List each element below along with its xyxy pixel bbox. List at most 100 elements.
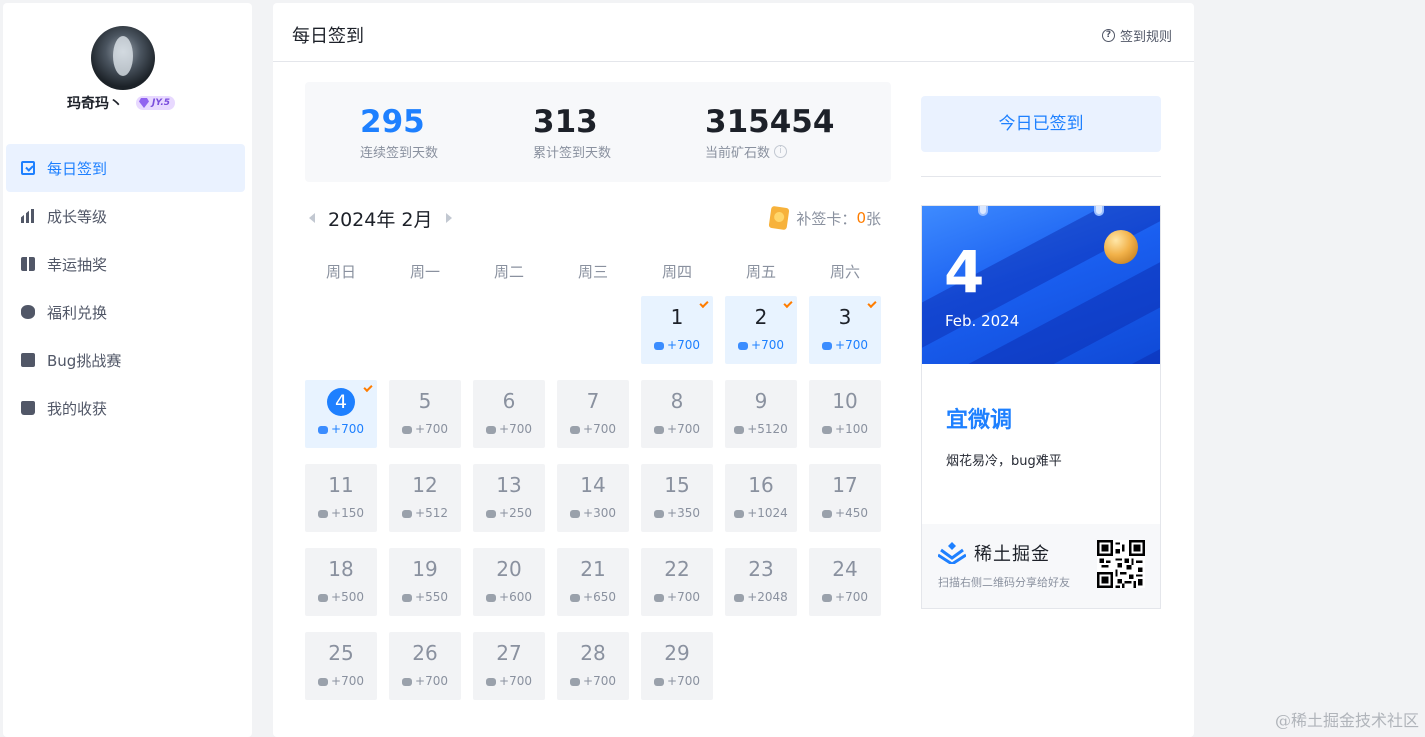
prev-month-arrow-icon[interactable] xyxy=(309,213,315,223)
ore-icon xyxy=(822,341,833,350)
ore-icon xyxy=(570,509,581,518)
day-number: 2 xyxy=(754,305,768,329)
divider xyxy=(921,176,1161,177)
day-points: +1024 xyxy=(725,506,797,520)
sidebar-item-my-harvest[interactable]: 我的收获 xyxy=(3,384,252,432)
day-points-value: +650 xyxy=(583,590,616,604)
sidebar-item-lucky-draw[interactable]: 幸运抽奖 xyxy=(3,240,252,288)
day-points-value: +700 xyxy=(583,674,616,688)
qr-code-icon[interactable] xyxy=(1097,540,1145,588)
calendar-day[interactable]: 28 +700 xyxy=(557,632,629,700)
calendar-day[interactable]: 13 +250 xyxy=(473,464,545,532)
info-icon[interactable]: i xyxy=(774,145,788,158)
ore-icon xyxy=(402,425,413,434)
stat-total-label: 累计签到天数 xyxy=(533,146,612,161)
calendar-day[interactable]: 15 +350 xyxy=(641,464,713,532)
day-points-value: +350 xyxy=(667,506,700,520)
sidebar-item-bug-challenge[interactable]: Bug挑战赛 xyxy=(3,336,252,384)
calendar-day[interactable]: 16 +1024 xyxy=(725,464,797,532)
sidebar-item-growth-level[interactable]: 成长等级 xyxy=(3,192,252,240)
stat-total-value: 313 xyxy=(533,104,598,140)
calendar-day[interactable]: 23 +2048 xyxy=(725,548,797,616)
calendar-day[interactable]: 9 +5120 xyxy=(725,380,797,448)
calendar-day[interactable]: 4 +700 xyxy=(305,380,377,448)
calendar-day[interactable]: 2 +700 xyxy=(725,296,797,364)
avatar[interactable] xyxy=(91,26,155,90)
calendar-day[interactable]: 10 +100 xyxy=(809,380,881,448)
month-label: 2024年 2月 xyxy=(328,209,433,231)
day-points-value: +700 xyxy=(583,422,616,436)
bag-icon xyxy=(21,401,35,415)
calendar-day[interactable]: 17 +450 xyxy=(809,464,881,532)
day-points-value: +700 xyxy=(667,338,700,352)
username[interactable]: 玛奇玛丶 xyxy=(67,93,123,113)
day-points-value: +700 xyxy=(751,338,784,352)
calendar-day[interactable]: 14 +300 xyxy=(557,464,629,532)
day-number: 6 xyxy=(502,389,516,413)
day-points: +300 xyxy=(557,506,629,520)
calendar-day[interactable]: 22 +700 xyxy=(641,548,713,616)
day-points: +700 xyxy=(389,422,461,436)
ore-icon xyxy=(738,341,749,350)
calendar-day[interactable]: 20 +600 xyxy=(473,548,545,616)
sidebar-item-label: 我的收获 xyxy=(47,399,108,418)
sidebar-item-label: 成长等级 xyxy=(47,207,108,226)
day-number: 5 xyxy=(418,389,432,413)
calendar-day[interactable]: 12 +512 xyxy=(389,464,461,532)
day-number: 26 xyxy=(412,641,438,665)
ore-icon xyxy=(486,677,497,686)
makeup-card-icon xyxy=(768,205,790,231)
calendar-day[interactable]: 26 +700 xyxy=(389,632,461,700)
calendar-day[interactable]: 25 +700 xyxy=(305,632,377,700)
card-quote: 烟花易冷，bug难平 xyxy=(946,454,1062,469)
day-number: 22 xyxy=(664,557,690,581)
ore-icon xyxy=(402,509,413,518)
calendar-day[interactable]: 6 +700 xyxy=(473,380,545,448)
sidebar-item-benefit-exchange[interactable]: 福利兑换 xyxy=(3,288,252,336)
calendar-day[interactable]: 29 +700 xyxy=(641,632,713,700)
weekday-label: 周二 xyxy=(493,263,524,281)
calendar-day[interactable]: 24 +700 xyxy=(809,548,881,616)
ore-icon xyxy=(318,425,329,434)
day-points: +450 xyxy=(809,506,881,520)
day-points: +5120 xyxy=(725,422,797,436)
signin-rules-link[interactable]: ? 签到规则 xyxy=(1101,26,1172,45)
day-points: +700 xyxy=(809,338,881,352)
sidebar-item-daily-signin[interactable]: 每日签到 xyxy=(6,144,245,192)
day-points: +700 xyxy=(725,338,797,352)
golden-ball-icon xyxy=(1104,230,1138,264)
calendar-day[interactable]: 3 +700 xyxy=(809,296,881,364)
day-number: 23 xyxy=(748,557,774,581)
day-points: +350 xyxy=(641,506,713,520)
signed-today-button[interactable]: 今日已签到 xyxy=(921,96,1161,152)
weekday-label: 周四 xyxy=(661,263,692,281)
calendar-day[interactable]: 5 +700 xyxy=(389,380,461,448)
calendar-day[interactable]: 27 +700 xyxy=(473,632,545,700)
sidebar-item-label: 幸运抽奖 xyxy=(47,255,108,274)
calendar-grid: 1 +700 2 +700 3 +700 4 +700 5 +700 6 +700 7 +700 8 +700… xyxy=(305,296,893,716)
ore-icon xyxy=(318,677,329,686)
month-bar: 2024年 2月 补签卡： 0 张 xyxy=(305,203,891,233)
sidebar-item-label: 福利兑换 xyxy=(47,303,108,322)
makeup-label: 补签卡： xyxy=(796,209,857,228)
card-date: Feb. 2024 xyxy=(945,312,1020,330)
day-points: +700 xyxy=(305,674,377,688)
calendar-day[interactable]: 18 +500 xyxy=(305,548,377,616)
day-points-value: +2048 xyxy=(747,590,788,604)
watermark: @稀土掘金技术社区 xyxy=(1274,711,1419,730)
calendar-day[interactable]: 11 +150 xyxy=(305,464,377,532)
day-points: +700 xyxy=(557,422,629,436)
day-points-value: +300 xyxy=(583,506,616,520)
day-points-value: +700 xyxy=(835,590,868,604)
calendar-day[interactable]: 21 +650 xyxy=(557,548,629,616)
ore-icon xyxy=(734,425,745,434)
calendar-day[interactable]: 19 +550 xyxy=(389,548,461,616)
calendar-day[interactable]: 1 +700 xyxy=(641,296,713,364)
calendar-day[interactable]: 8 +700 xyxy=(641,380,713,448)
calendar-day[interactable]: 7 +700 xyxy=(557,380,629,448)
next-month-arrow-icon[interactable] xyxy=(446,213,452,223)
page-title: 每日签到 xyxy=(292,26,364,47)
stat-ore-value: 315454 xyxy=(705,104,835,140)
ore-icon xyxy=(822,509,833,518)
ore-icon xyxy=(486,425,497,434)
